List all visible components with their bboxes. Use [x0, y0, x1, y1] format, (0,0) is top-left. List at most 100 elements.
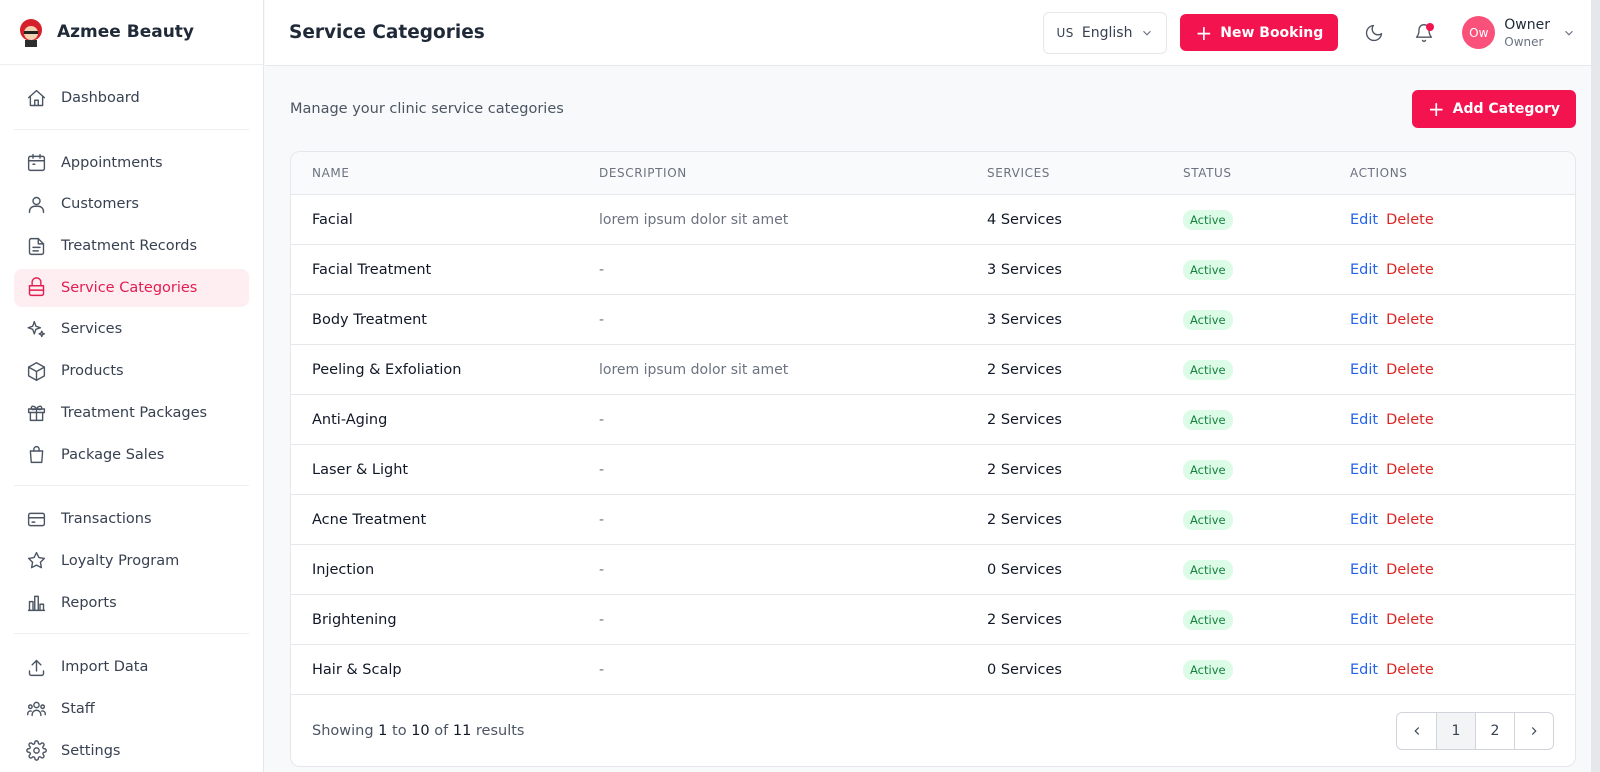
category-description: -	[599, 411, 605, 428]
sidebar-item-services[interactable]: Services	[14, 310, 249, 348]
tray-icon	[28, 277, 45, 297]
delete-button[interactable]: Delete	[1386, 562, 1434, 578]
sidebar-item-label: Appointments	[61, 154, 163, 171]
table-row: Facial lorem ipsum dolor sit amet 4 Servic…	[291, 194, 1575, 244]
table-header: NAME DESCRIPTION SERVICES STATUS ACTIONS	[291, 152, 1575, 194]
category-description: lorem ipsum dolor sit amet	[599, 361, 789, 378]
category-name: Anti-Aging	[312, 411, 388, 428]
services-count: 0 Services	[987, 561, 1062, 578]
upload-icon	[28, 659, 45, 676]
sidebar-item-label: Transactions	[61, 511, 152, 528]
sidebar-item-label: Loyalty Program	[61, 552, 180, 569]
notifications-button[interactable]	[1404, 13, 1444, 53]
edit-button[interactable]: Edit	[1350, 312, 1378, 328]
sidebar-item-service-categories[interactable]: Service Categories	[14, 268, 249, 307]
sidebar-item-label: Package Sales	[61, 446, 165, 463]
sidebar-item-treatment-records[interactable]: Treatment Records	[14, 227, 249, 265]
dark-mode-toggle[interactable]	[1354, 13, 1394, 53]
sidebar-item-settings[interactable]: Settings	[14, 732, 249, 770]
delete-button[interactable]: Delete	[1386, 212, 1434, 228]
page-scrollbar[interactable]	[1591, 0, 1600, 772]
services-count: 2 Services	[987, 411, 1062, 428]
gear-icon	[26, 740, 47, 761]
edit-button[interactable]: Edit	[1350, 362, 1378, 378]
page-subtitle: Manage your clinic service categories	[290, 100, 564, 117]
add-category-label: Add Category	[1452, 100, 1560, 117]
delete-button[interactable]: Delete	[1386, 462, 1434, 478]
table-row: Acne Treatment - 2 Services Active Edit Delet…	[291, 494, 1575, 544]
main-content: Manage your clinic service categories + …	[265, 66, 1600, 772]
brand-logo	[14, 15, 48, 49]
category-description: -	[599, 561, 605, 578]
category-description: lorem ipsum dolor sit amet	[599, 211, 789, 228]
edit-button[interactable]: Edit	[1350, 412, 1378, 428]
sidebar-group: Transactions Loyalty Program Reports	[14, 486, 249, 635]
sidebar-item-loyalty-program[interactable]: Loyalty Program	[14, 542, 249, 580]
sidebar-item-label: Reports	[61, 594, 117, 611]
sidebar-item-label: Staff	[61, 700, 95, 717]
services-count: 2 Services	[987, 611, 1062, 628]
home-icon	[27, 89, 46, 106]
edit-button[interactable]: Edit	[1350, 562, 1378, 578]
results-to: 10	[411, 722, 430, 739]
users-icon	[28, 196, 45, 213]
delete-button[interactable]: Delete	[1386, 612, 1434, 628]
new-booking-button[interactable]: + New Booking	[1180, 14, 1339, 51]
status-badge: Active	[1183, 509, 1233, 530]
services-count: 3 Services	[987, 261, 1062, 278]
showing-prefix: Showing	[312, 722, 374, 739]
page-title: Service Categories	[289, 22, 485, 43]
edit-button[interactable]: Edit	[1350, 662, 1378, 678]
column-header-actions: ACTIONS	[1350, 166, 1408, 180]
table-row: Peeling & Exfoliation lorem ipsum dolor s…	[291, 344, 1575, 394]
sidebar-item-appointments[interactable]: Appointments	[14, 144, 249, 182]
edit-button[interactable]: Edit	[1350, 612, 1378, 628]
brand-name: Azmee Beauty	[57, 22, 195, 42]
category-name: Facial	[312, 211, 353, 228]
sidebar-item-label: Dashboard	[61, 90, 140, 106]
category-description: -	[599, 511, 605, 528]
user-menu[interactable]: Ow Owner Owner	[1462, 16, 1576, 49]
sidebar-item-products[interactable]: Products	[14, 352, 249, 390]
page-button-2[interactable]: 2	[1475, 712, 1514, 749]
chevron-left-icon	[1413, 726, 1419, 735]
column-header-name: NAME	[312, 166, 350, 180]
status-badge: Active	[1183, 359, 1233, 380]
sidebar-item-reports[interactable]: Reports	[14, 584, 249, 622]
table-footer: Showing 1 to 10 of 11 results 1 2	[291, 694, 1575, 766]
brand[interactable]: Azmee Beauty	[0, 0, 263, 65]
sidebar-item-transactions[interactable]: Transactions	[14, 500, 249, 538]
user-role: Owner	[1504, 34, 1544, 49]
categories-table: NAME DESCRIPTION SERVICES STATUS ACTIONS…	[290, 151, 1576, 767]
delete-button[interactable]: Delete	[1386, 512, 1434, 528]
status-badge: Active	[1183, 259, 1233, 280]
of-word: of	[434, 722, 449, 739]
language-label: English	[1081, 24, 1133, 41]
edit-button[interactable]: Edit	[1350, 512, 1378, 528]
column-header-services: SERVICES	[987, 166, 1051, 180]
language-select[interactable]: US English	[1043, 11, 1168, 54]
delete-button[interactable]: Delete	[1386, 262, 1434, 278]
table-row: Brightening - 2 Services Active Edit Delete	[291, 594, 1575, 644]
sidebar-item-staff[interactable]: Staff	[14, 690, 249, 728]
sidebar-item-package-sales[interactable]: Package Sales	[14, 436, 249, 474]
add-category-button[interactable]: + Add Category	[1411, 89, 1576, 128]
sidebar-item-label: Treatment Records	[61, 238, 198, 255]
page-button-1[interactable]: 1	[1436, 712, 1475, 749]
edit-button[interactable]: Edit	[1350, 262, 1378, 278]
sidebar-item-treatment-packages[interactable]: Treatment Packages	[14, 394, 249, 432]
next-page-button[interactable]	[1514, 712, 1553, 749]
category-name: Body Treatment	[312, 311, 427, 328]
delete-button[interactable]: Delete	[1386, 312, 1434, 328]
delete-button[interactable]: Delete	[1386, 362, 1434, 378]
delete-button[interactable]: Delete	[1386, 662, 1434, 678]
sidebar-item-import-data[interactable]: Import Data	[14, 648, 249, 686]
sidebar-item-dashboard[interactable]: Dashboard	[14, 79, 249, 117]
delete-button[interactable]: Delete	[1386, 412, 1434, 428]
sidebar-item-customers[interactable]: Customers	[14, 185, 249, 223]
edit-button[interactable]: Edit	[1350, 462, 1378, 478]
previous-page-button[interactable]	[1397, 713, 1436, 749]
results-summary: Showing 1 to 10 of 11 results	[312, 723, 524, 739]
edit-button[interactable]: Edit	[1350, 212, 1378, 228]
services-count: 2 Services	[987, 461, 1062, 478]
